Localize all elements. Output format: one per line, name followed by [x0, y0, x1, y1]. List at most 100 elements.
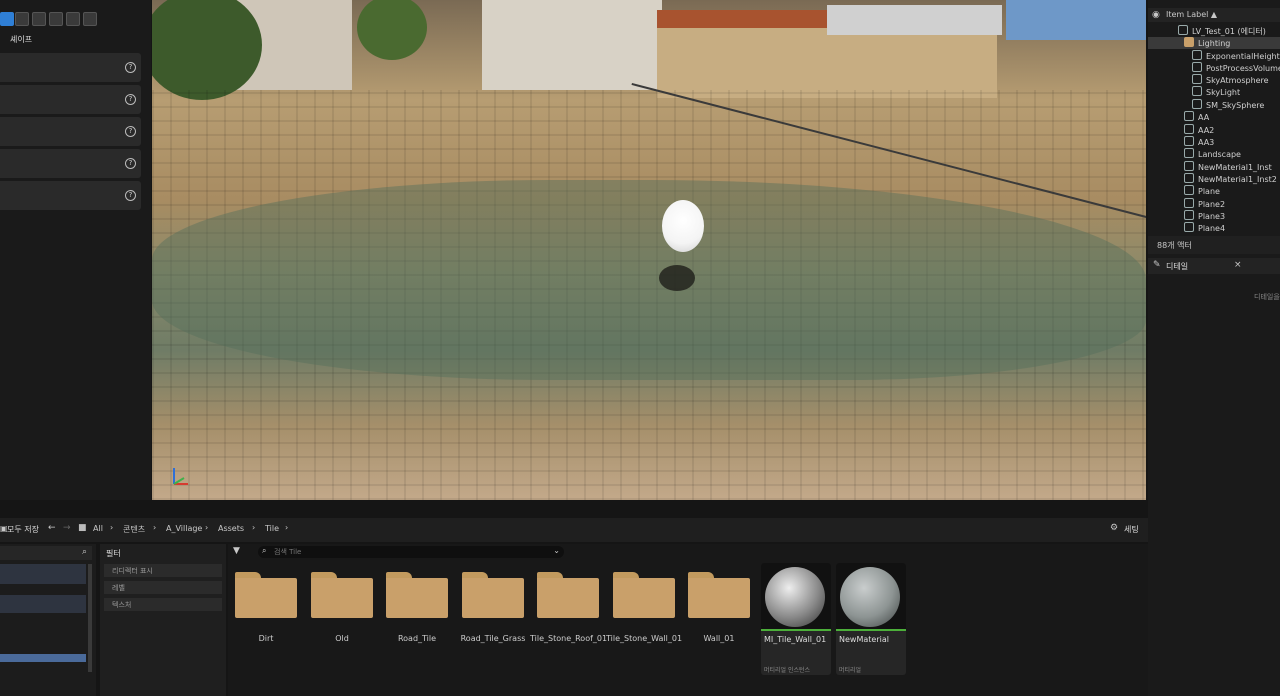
folder-tile[interactable]: [462, 572, 524, 618]
details-tab[interactable]: ✎ 디테일 ×: [1148, 258, 1280, 274]
static-mesh-icon: [1184, 198, 1194, 208]
help-icon[interactable]: ?: [125, 126, 136, 137]
fog-icon: [1192, 50, 1202, 60]
landscape-mode-button[interactable]: [15, 12, 29, 26]
outliner-item[interactable]: ExponentialHeightFog: [1148, 50, 1280, 62]
breadcrumb-content[interactable]: 콘텐츠: [123, 524, 145, 535]
folder-tile[interactable]: [613, 572, 675, 618]
breadcrumb-a-village[interactable]: A_Village: [166, 524, 202, 533]
scrollbar[interactable]: [88, 564, 92, 672]
filter-item[interactable]: 텍스처: [104, 598, 222, 611]
asset-thumbnail: [836, 563, 906, 629]
close-icon[interactable]: ×: [1234, 260, 1242, 270]
help-icon[interactable]: ?: [125, 94, 136, 105]
outliner-item[interactable]: PostProcessVolume: [1148, 62, 1280, 74]
water-surface: [152, 180, 1146, 380]
back-arrow-icon[interactable]: ←: [48, 523, 56, 533]
category-row-4[interactable]: ?: [0, 149, 141, 178]
outliner-item[interactable]: Plane3: [1148, 210, 1280, 222]
item-label-column[interactable]: Item Label ▲: [1166, 10, 1217, 19]
folder-label: Dirt: [258, 634, 274, 643]
outliner-item[interactable]: Plane: [1148, 185, 1280, 197]
sources-search[interactable]: ⌕: [0, 546, 92, 560]
level-viewport[interactable]: [152, 0, 1146, 500]
folder-tile[interactable]: [688, 572, 750, 618]
outliner-item[interactable]: LV_Test_01 (에디터): [1148, 25, 1280, 37]
search-placeholder: 검색 Tile: [274, 548, 302, 556]
details-hint: 디테일을: [1254, 293, 1280, 301]
mesh-paint-mode-button[interactable]: [49, 12, 63, 26]
static-mesh-icon: [1184, 210, 1194, 220]
category-row-3[interactable]: ?: [0, 117, 141, 146]
outliner-item-label: NewMaterial1_Inst2: [1198, 175, 1277, 184]
help-icon[interactable]: ?: [125, 62, 136, 73]
settings-button[interactable]: 세팅: [1124, 524, 1139, 535]
foliage-mode-button[interactable]: [32, 12, 46, 26]
breadcrumb-assets[interactable]: Assets: [218, 524, 244, 533]
outliner-item[interactable]: AA2: [1148, 124, 1280, 136]
filter-item[interactable]: 리디렉터 표시: [104, 564, 222, 577]
outliner-item[interactable]: Plane4: [1148, 222, 1280, 234]
source-tree-item-selected[interactable]: [0, 654, 86, 662]
folder-icon: ■: [78, 523, 87, 533]
white-sphere[interactable]: [662, 200, 704, 252]
save-all-button[interactable]: 모두 저장: [7, 524, 39, 535]
outliner-item[interactable]: Lighting: [1148, 37, 1280, 49]
folder-label: Wall_01: [703, 634, 735, 643]
outliner-item[interactable]: SM_SkySphere: [1148, 99, 1280, 111]
asset-search-input[interactable]: ⌕ 검색 Tile ⌄: [258, 546, 564, 558]
outliner-item-label: NewMaterial1_Inst: [1198, 163, 1272, 172]
sources-panel: ⌕: [0, 544, 96, 696]
shape-label: 셰이프: [10, 35, 33, 44]
outliner-item-label: Plane3: [1198, 212, 1226, 221]
folder-label: Road_Tile_Grass: [460, 634, 526, 643]
outliner-item-label: AA3: [1198, 138, 1215, 147]
filter-label: 텍스처: [112, 601, 132, 609]
chevron-right-icon: ›: [205, 523, 209, 532]
outliner-item[interactable]: Plane2: [1148, 198, 1280, 210]
chevron-right-icon: ›: [252, 523, 256, 532]
asset-tile[interactable]: MI_Tile_Wall_01 머티리얼 인스턴스: [761, 563, 831, 675]
outliner-header[interactable]: ◉ Item Label ▲: [1148, 8, 1280, 22]
atmosphere-icon: [1192, 74, 1202, 84]
asset-tile[interactable]: NewMaterial 머티리얼: [836, 563, 906, 675]
source-tree-item[interactable]: [0, 595, 86, 613]
breadcrumb-all[interactable]: All: [93, 524, 103, 533]
category-row-5[interactable]: ?: [0, 181, 141, 210]
breadcrumb-tile[interactable]: Tile: [265, 524, 279, 533]
chevron-down-icon[interactable]: ⌄: [553, 546, 560, 555]
folder-tile[interactable]: [386, 572, 448, 618]
content-browser-toolbar: ▣ 모두 저장 ← → ■ All › 콘텐츠 › A_Village › As…: [0, 518, 1148, 542]
material-sphere-icon: [765, 567, 825, 627]
fracture-mode-button[interactable]: [66, 12, 80, 26]
outliner-item[interactable]: NewMaterial1_Inst2: [1148, 173, 1280, 185]
select-mode-button[interactable]: [0, 12, 14, 26]
chevron-right-icon: ›: [285, 523, 289, 532]
help-icon[interactable]: ?: [125, 158, 136, 169]
outliner-item[interactable]: AA: [1148, 111, 1280, 123]
details-tab-label: 디테일: [1166, 262, 1189, 271]
outliner-item[interactable]: AA3: [1148, 136, 1280, 148]
eye-icon[interactable]: ◉: [1152, 10, 1160, 20]
outliner-item-label: Plane4: [1198, 224, 1226, 233]
outliner-item[interactable]: SkyAtmosphere: [1148, 74, 1280, 86]
awning: [827, 5, 1002, 35]
filter-dropdown-icon[interactable]: ▼: [233, 546, 240, 556]
static-mesh-icon: [1184, 161, 1194, 171]
folder-tile[interactable]: [311, 572, 373, 618]
axis-gizmo-icon: [173, 468, 188, 485]
outliner-item[interactable]: NewMaterial1_Inst: [1148, 161, 1280, 173]
static-mesh-icon: [1184, 173, 1194, 183]
source-tree-item[interactable]: [0, 564, 86, 584]
forward-arrow-icon[interactable]: →: [63, 523, 71, 533]
filter-item[interactable]: 레벨: [104, 581, 222, 594]
help-icon[interactable]: ?: [125, 190, 136, 201]
category-row-1[interactable]: ?: [0, 53, 141, 82]
modeling-mode-button[interactable]: [83, 12, 97, 26]
folder-tile[interactable]: [537, 572, 599, 618]
outliner-item[interactable]: Landscape: [1148, 148, 1280, 160]
outliner-item[interactable]: SkyLight: [1148, 86, 1280, 98]
folder-tile[interactable]: [235, 572, 297, 618]
search-icon[interactable]: ⌕: [82, 547, 87, 557]
category-row-2[interactable]: ?: [0, 85, 141, 114]
